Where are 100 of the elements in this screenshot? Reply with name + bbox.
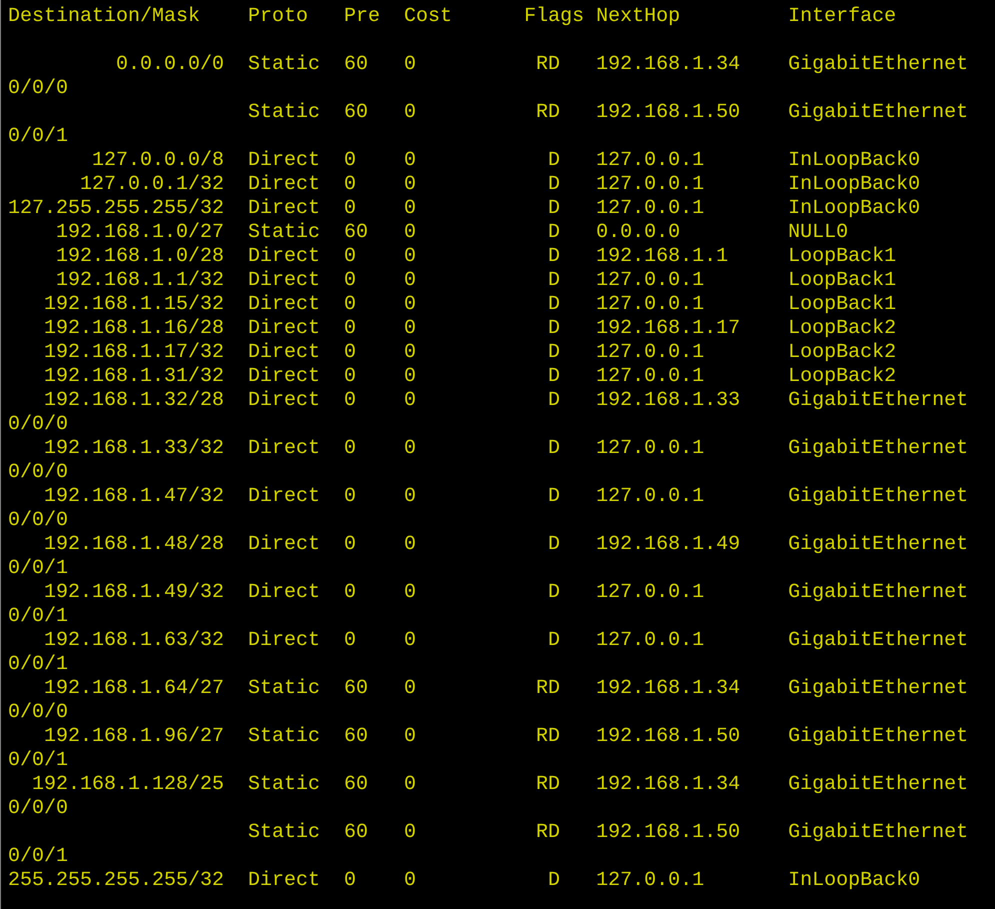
- table-cell: 60: [344, 221, 368, 244]
- table-cell: D: [548, 341, 560, 364]
- table-cell: 0: [404, 581, 416, 604]
- table-cell: D: [548, 533, 560, 556]
- table-cell: 0: [344, 197, 356, 220]
- table-cell: 192.168.1.1: [596, 245, 728, 268]
- table-cell: 192.168.1.33/32: [44, 437, 224, 460]
- table-cell: 60: [344, 101, 368, 124]
- table-cell: 127.0.0.1/32: [80, 173, 224, 196]
- table-cell: 0: [404, 437, 416, 460]
- table-cell: GigabitEthernet: [788, 725, 968, 748]
- table-cell: NULL0: [788, 221, 848, 244]
- table-cell: 0: [344, 365, 356, 388]
- table-cell: 192.168.1.50: [596, 101, 740, 124]
- table-cell: 0: [344, 173, 356, 196]
- table-cell: 0/0/1: [8, 605, 68, 628]
- table-cell: GigabitEthernet: [788, 53, 968, 76]
- table-cell: D: [548, 197, 560, 220]
- table-cell: 0: [344, 293, 356, 316]
- table-cell: Static: [248, 101, 320, 124]
- table-cell: Direct: [248, 365, 320, 388]
- table-cell: D: [548, 365, 560, 388]
- table-cell: 127.0.0.1: [596, 581, 704, 604]
- table-cell: RD: [536, 677, 560, 700]
- table-cell: LoopBack2: [788, 365, 896, 388]
- table-cell: 192.168.1.31/32: [44, 365, 224, 388]
- table-cell: 127.0.0.0/8: [92, 149, 224, 172]
- table-cell: 0/0/0: [8, 77, 68, 100]
- table-cell: 192.168.1.63/32: [44, 629, 224, 652]
- table-cell: 127.0.0.1: [596, 269, 704, 292]
- table-cell: Static: [248, 677, 320, 700]
- table-cell: LoopBack1: [788, 269, 896, 292]
- table-cell: Direct: [248, 581, 320, 604]
- table-cell: 192.168.1.1/32: [56, 269, 224, 292]
- table-cell: Direct: [248, 629, 320, 652]
- table-cell: Direct: [248, 533, 320, 556]
- table-cell: 192.168.1.34: [596, 773, 740, 796]
- table-cell: GigabitEthernet: [788, 821, 968, 844]
- table-cell: D: [548, 245, 560, 268]
- table-cell: 127.0.0.1: [596, 629, 704, 652]
- table-cell: GigabitEthernet: [788, 629, 968, 652]
- table-cell: 0: [344, 869, 356, 892]
- table-cell: InLoopBack0: [788, 173, 920, 196]
- table-cell: 192.168.1.128/25: [32, 773, 224, 796]
- table-cell: 127.0.0.1: [596, 197, 704, 220]
- table-cell: Static: [248, 773, 320, 796]
- table-cell: 0.0.0.0: [596, 221, 680, 244]
- table-cell: Direct: [248, 389, 320, 412]
- table-cell: 0/0/0: [8, 413, 68, 436]
- table-cell: 127.0.0.1: [596, 293, 704, 316]
- table-cell: 0/0/0: [8, 509, 68, 532]
- table-cell: 0: [404, 245, 416, 268]
- table-cell: D: [548, 581, 560, 604]
- table-cell: GigabitEthernet: [788, 101, 968, 124]
- table-cell: LoopBack2: [788, 341, 896, 364]
- table-cell: 192.168.1.49/32: [44, 581, 224, 604]
- table-cell: D: [548, 293, 560, 316]
- table-cell: 192.168.1.32/28: [44, 389, 224, 412]
- table-cell: 0: [404, 533, 416, 556]
- table-cell: 192.168.1.0/27: [56, 221, 224, 244]
- table-cell: D: [548, 317, 560, 340]
- table-cell: 127.0.0.1: [596, 365, 704, 388]
- table-cell: D: [548, 869, 560, 892]
- table-cell: 127.0.0.1: [596, 869, 704, 892]
- table-cell: Direct: [248, 869, 320, 892]
- table-cell: D: [548, 485, 560, 508]
- table-cell: GigabitEthernet: [788, 485, 968, 508]
- table-cell: Direct: [248, 269, 320, 292]
- table-cell: 192.168.1.34: [596, 677, 740, 700]
- table-cell: Static: [248, 725, 320, 748]
- table-cell: 0: [344, 269, 356, 292]
- table-cell: GigabitEthernet: [788, 389, 968, 412]
- table-cell: 0: [404, 485, 416, 508]
- table-cell: 0: [404, 389, 416, 412]
- table-cell: InLoopBack0: [788, 869, 920, 892]
- table-cell: RD: [536, 821, 560, 844]
- table-cell: 127.0.0.1: [596, 173, 704, 196]
- table-cell: 0/0/0: [8, 461, 68, 484]
- table-cell: 0: [404, 293, 416, 316]
- table-cell: 192.168.1.34: [596, 53, 740, 76]
- table-cell: 0: [404, 149, 416, 172]
- table-cell: 192.168.1.50: [596, 725, 740, 748]
- table-cell: 0: [404, 365, 416, 388]
- table-cell: GigabitEthernet: [788, 437, 968, 460]
- column-header: Proto: [248, 5, 308, 28]
- table-cell: 0/0/1: [8, 125, 68, 148]
- column-header: Pre: [344, 5, 380, 28]
- table-cell: 192.168.1.96/27: [44, 725, 224, 748]
- table-cell: 0/0/0: [8, 797, 68, 820]
- table-cell: Direct: [248, 485, 320, 508]
- table-cell: Direct: [248, 173, 320, 196]
- table-cell: InLoopBack0: [788, 197, 920, 220]
- table-cell: D: [548, 173, 560, 196]
- table-cell: 0: [404, 869, 416, 892]
- table-cell: Direct: [248, 293, 320, 316]
- table-cell: 0/0/0: [8, 701, 68, 724]
- table-cell: 192.168.1.16/28: [44, 317, 224, 340]
- table-cell: D: [548, 269, 560, 292]
- table-cell: GigabitEthernet: [788, 533, 968, 556]
- table-cell: 192.168.1.50: [596, 821, 740, 844]
